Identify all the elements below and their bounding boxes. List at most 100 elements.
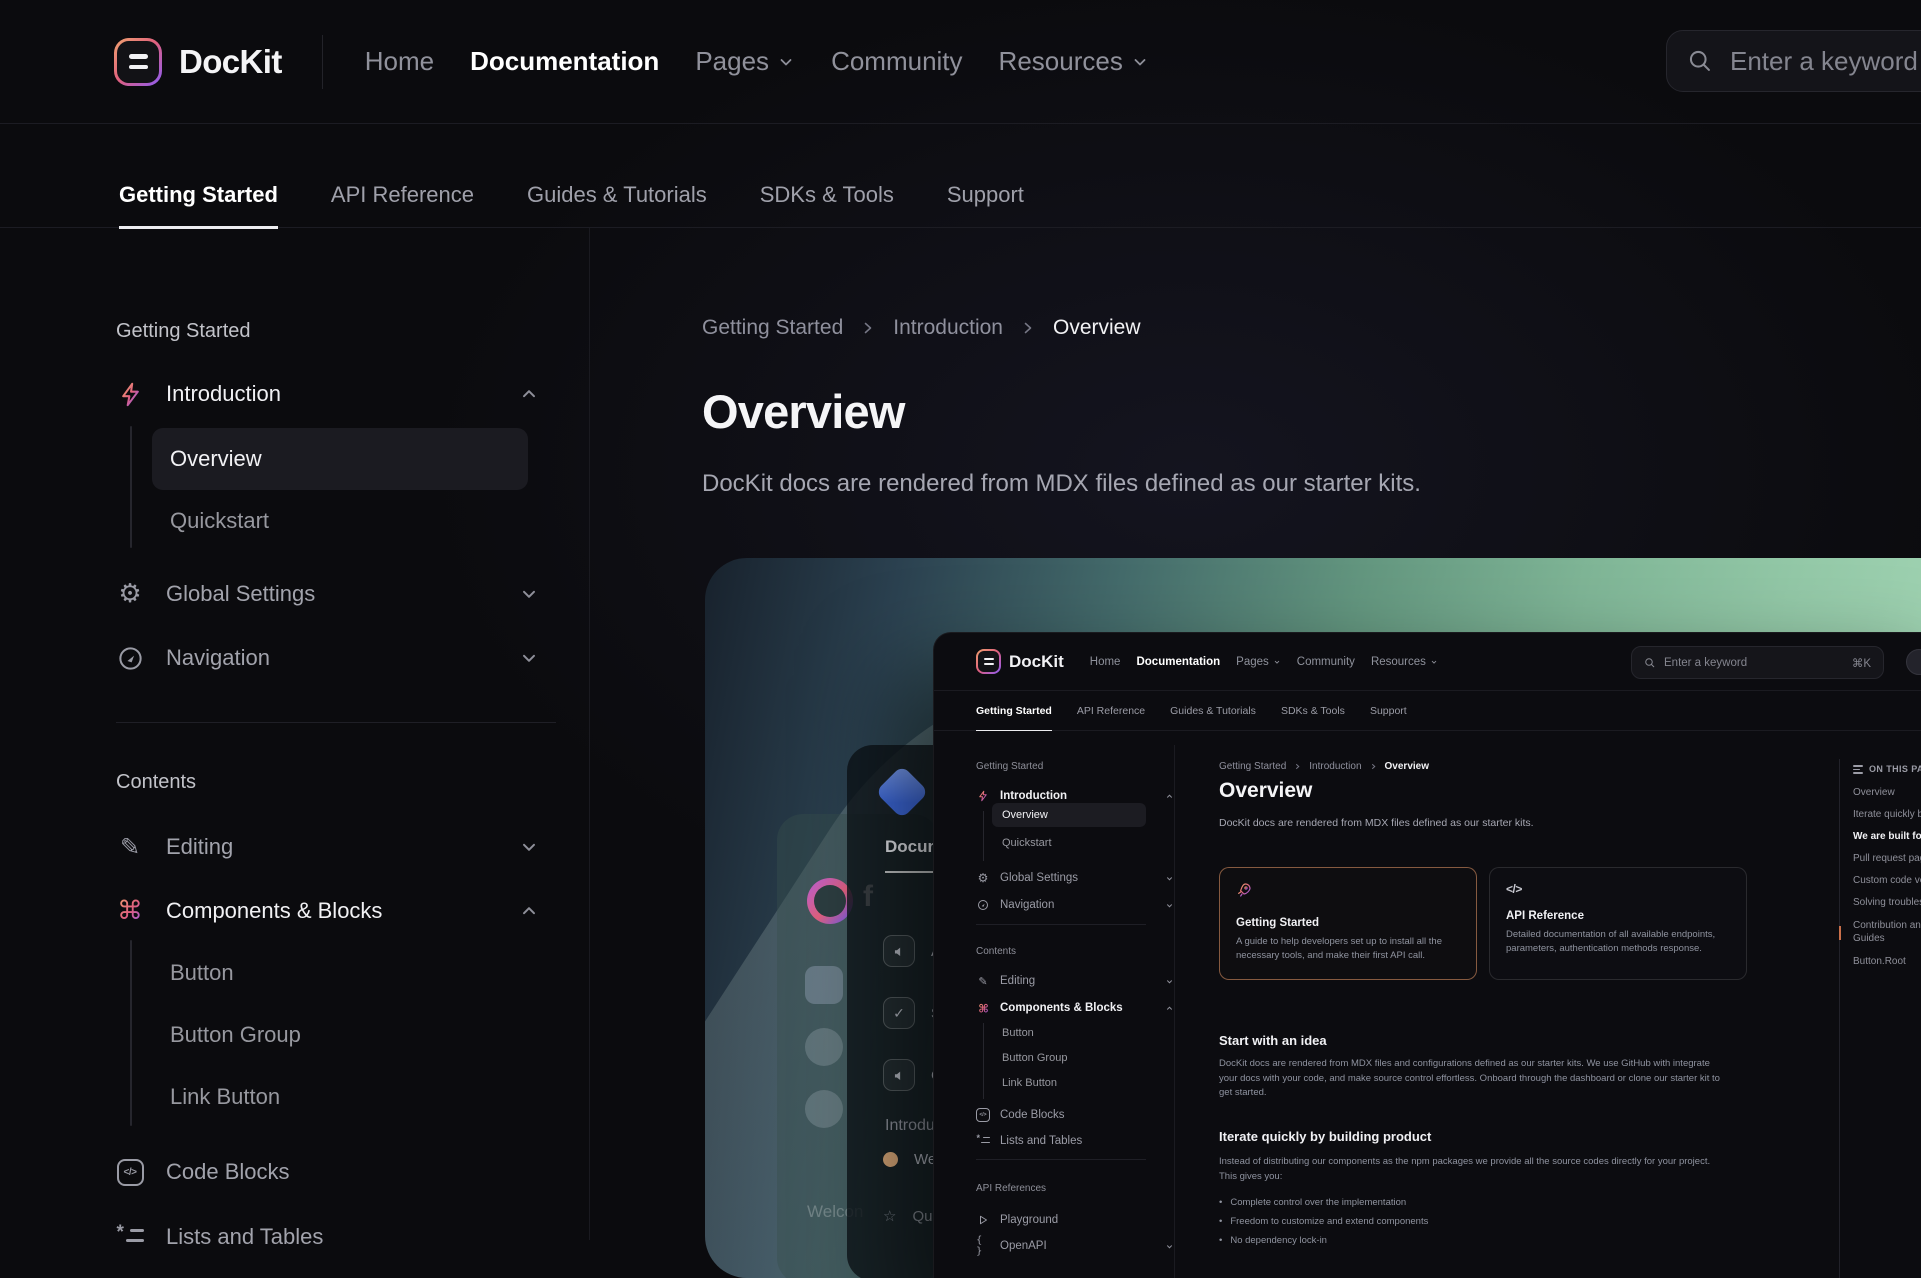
getting-started-card: Getting Started A guide to help develope… (1219, 867, 1477, 980)
hero-image: f Welcon Docum A ✓ S C Introdu (705, 558, 1921, 1278)
chevron-right-icon (861, 320, 875, 336)
search-box[interactable] (1666, 30, 1921, 92)
tab-support[interactable]: Support (947, 163, 1024, 228)
docs-sidebar: Getting Started Introduction Overview Qu… (0, 228, 590, 1240)
menu-row: We (883, 1151, 936, 1168)
sidebar-item-link-button[interactable]: Link Button (152, 1066, 528, 1128)
discord-icon (805, 1028, 843, 1066)
chevron-down-icon (1273, 658, 1281, 666)
sidebar-item-overview[interactable]: Overview (152, 428, 528, 490)
book-icon (805, 966, 843, 1004)
sidebar-item-introduction[interactable]: Introduction (116, 362, 539, 426)
sidebar-item-navigation[interactable]: Navigation (116, 626, 539, 690)
sidebar-item-global-settings[interactable]: ⚙ Global Settings (116, 562, 539, 626)
megaphone-icon (883, 1059, 915, 1091)
chevron-down-icon (777, 53, 795, 71)
page-title: Overview (702, 384, 905, 439)
search-icon (1687, 48, 1714, 75)
dockit-logo-icon (976, 649, 1001, 674)
navigation-icon (116, 645, 144, 672)
sidebar-item-quickstart[interactable]: Quickstart (152, 490, 528, 552)
search-icon (1644, 657, 1656, 669)
pencil-icon: ✎ (976, 975, 990, 988)
chevron-down-icon (1165, 874, 1174, 883)
rocket-icon (1236, 882, 1252, 898)
wave-icon (883, 1152, 898, 1167)
megaphone-icon (883, 935, 915, 967)
chevron-down-icon (1165, 901, 1174, 910)
braces-icon: { } (976, 1235, 990, 1257)
nav-item-community[interactable]: Community (831, 46, 962, 77)
search-input[interactable] (1728, 45, 1921, 78)
sidebar-item-button-group[interactable]: Button Group (152, 1004, 528, 1066)
nested-section-tabs: Getting Started API Reference Guides & T… (934, 691, 1921, 731)
nested-screenshot: DocKit Home Documentation Pages Communit… (933, 632, 1921, 1278)
bolt-icon (116, 381, 144, 408)
dockit-logo-icon[interactable] (114, 38, 162, 86)
chevron-down-icon[interactable] (519, 584, 539, 604)
api-reference-card: </> API Reference Detailed documentation… (1489, 867, 1747, 980)
page-subtitle: DocKit docs are rendered from MDX files … (702, 470, 1421, 498)
brand-name[interactable]: DocKit (179, 43, 282, 81)
list-icon: * (116, 1226, 144, 1248)
star-icon: ☆ (883, 1207, 896, 1225)
chevron-up-icon[interactable] (519, 901, 539, 921)
list-icon: * (976, 1136, 990, 1147)
group-label: Introdu (885, 1117, 935, 1135)
nav-item-home[interactable]: Home (365, 46, 434, 77)
chevron-right-icon (1370, 762, 1377, 771)
sidebar-item-code-blocks[interactable]: </> Code Blocks (116, 1140, 539, 1204)
github-icon (805, 1090, 843, 1128)
nav-item-pages[interactable]: Pages (695, 46, 795, 77)
avatar (1906, 649, 1921, 675)
bolt-icon (977, 790, 989, 802)
toc-icon (1853, 763, 1863, 776)
breadcrumb-getting-started[interactable]: Getting Started (702, 316, 843, 340)
check-icon: ✓ (883, 997, 915, 1029)
play-icon (976, 1214, 990, 1226)
nested-search-box: Enter a keyword ⌘K (1631, 646, 1884, 679)
pencil-icon: ✎ (116, 833, 144, 861)
command-icon: ⌘ (116, 897, 144, 925)
tab-sdks-tools[interactable]: SDKs & Tools (760, 163, 894, 228)
chevron-down-icon[interactable] (519, 648, 539, 668)
section-tabs: Getting Started API Reference Guides & T… (0, 123, 1921, 228)
chevron-down-icon (1131, 53, 1149, 71)
svg-text:⌘: ⌘ (978, 1002, 989, 1015)
chevron-right-icon (1021, 320, 1035, 336)
sidebar-item-button[interactable]: Button (152, 942, 528, 1004)
sidebar-section-label: Getting Started (116, 320, 251, 343)
chevron-down-icon (1165, 977, 1174, 986)
sidebar-divider (116, 722, 556, 723)
diamond-logo-icon (875, 765, 929, 819)
code-icon: </> (116, 1159, 144, 1186)
nav-item-documentation[interactable]: Documentation (470, 46, 659, 77)
top-nav-bar: DocKit Home Documentation Pages Communit… (0, 0, 1921, 124)
chevron-up-icon (1165, 792, 1174, 801)
sidebar-item-components-blocks[interactable]: ⌘ Components & Blocks (116, 879, 539, 943)
navigation-icon (976, 899, 990, 911)
chevron-down-icon (1165, 1242, 1174, 1251)
gear-icon: ⚙ (116, 579, 144, 609)
chevron-down-icon[interactable] (519, 837, 539, 857)
sidebar-section-label: Contents (116, 771, 196, 794)
tab-api-reference[interactable]: API Reference (331, 163, 474, 228)
tab-getting-started[interactable]: Getting Started (119, 163, 278, 228)
main-content: Getting Started Introduction Overview Ov… (589, 228, 1921, 1240)
svg-text:⌘: ⌘ (117, 897, 143, 925)
breadcrumb-introduction[interactable]: Introduction (893, 316, 1003, 340)
tree-guide-line (130, 426, 132, 548)
chevron-up-icon[interactable] (519, 384, 539, 404)
breadcrumb-overview: Overview (1053, 316, 1141, 340)
chevron-down-icon (1430, 658, 1438, 666)
nav-item-resources[interactable]: Resources (999, 46, 1149, 77)
tab-guides-tutorials[interactable]: Guides & Tutorials (527, 163, 707, 228)
shortcut-badge: ⌘K (1852, 656, 1871, 670)
nested-toc: ON THIS PAGE Overview Iterate quickly by… (1839, 759, 1921, 1278)
menu-row: ☆ Qu (883, 1207, 932, 1225)
breadcrumb: Getting Started Introduction Overview (702, 316, 1141, 340)
sidebar-item-editing[interactable]: ✎ Editing (116, 815, 539, 879)
sidebar-item-lists-tables[interactable]: * Lists and Tables (116, 1205, 539, 1269)
code-icon: </> (1506, 882, 1730, 896)
chevron-up-icon (1165, 1004, 1174, 1013)
